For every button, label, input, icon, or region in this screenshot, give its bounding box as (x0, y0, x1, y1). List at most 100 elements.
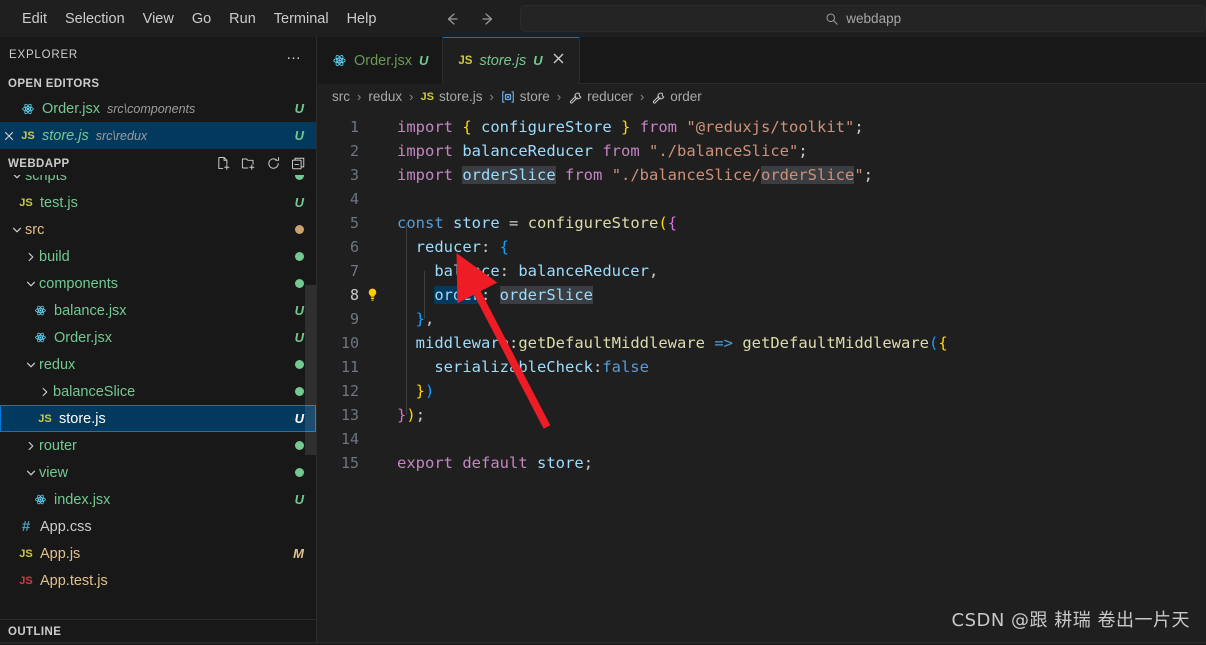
chevron-right-icon (36, 386, 53, 398)
react-icon (332, 53, 347, 68)
line-number: 2 (349, 142, 359, 160)
js-icon: JS (458, 54, 473, 67)
code-line[interactable]: 9 }, (317, 307, 1206, 331)
tree-row-app-css[interactable]: # App.css (0, 513, 316, 540)
search-icon (825, 12, 839, 26)
tree-row-index-jsx[interactable]: index.jsx U (0, 486, 316, 513)
watermark: CSDN @跟 耕瑞 卷出一片天 (951, 610, 1190, 631)
tree-row-label: Order.jsx (54, 329, 113, 346)
chevron-right-icon: › (489, 89, 494, 104)
menu-item-run[interactable]: Run (220, 8, 265, 30)
js-icon: JS (21, 129, 35, 142)
refresh-icon[interactable] (266, 156, 281, 171)
open-editor-name: Order.jsx (42, 100, 101, 117)
code-line[interactable]: 13 }); (317, 403, 1206, 427)
line-content: import balanceReducer from "./balanceSli… (397, 142, 808, 160)
code-line-active[interactable]: 8 order: orderSlice (317, 283, 1206, 307)
lightbulb-icon[interactable] (359, 287, 385, 303)
breadcrumb: src › redux › JS store.js › store › redu… (317, 84, 1206, 109)
outline-label: OUTLINE (8, 626, 62, 638)
status-badge: M (293, 546, 304, 561)
arrow-right-icon[interactable] (478, 9, 498, 29)
tree-row-view[interactable]: view (0, 459, 316, 486)
git-status-dot (295, 468, 304, 477)
explorer-header: EXPLORER … (0, 37, 316, 72)
menu-item-go[interactable]: Go (183, 8, 220, 30)
code-line[interactable]: 15 export default store; (317, 451, 1206, 475)
code-line[interactable]: 12 }) (317, 379, 1206, 403)
code-line[interactable]: 7 balance: balanceReducer, (317, 259, 1206, 283)
tree-row-components[interactable]: components (0, 270, 316, 297)
open-editor-item-order-jsx[interactable]: Order.jsx src\components U (0, 95, 316, 122)
new-file-icon[interactable] (216, 156, 231, 171)
new-folder-icon[interactable] (241, 156, 256, 171)
tree-row-balance-jsx[interactable]: balance.jsx U (0, 297, 316, 324)
line-number: 1 (349, 118, 359, 136)
status-badge: U (294, 101, 304, 116)
line-content: const store = configureStore({ (397, 214, 678, 232)
menu-item-selection[interactable]: Selection (56, 8, 134, 30)
tree-row-order-jsx[interactable]: Order.jsx U (0, 324, 316, 351)
collapse-all-icon[interactable] (291, 156, 306, 171)
breadcrumb-item-reducer[interactable]: reducer (568, 89, 633, 104)
line-number: 7 (349, 262, 359, 280)
breadcrumb-item-order[interactable]: order (651, 89, 702, 104)
tree-row-app-test-js[interactable]: JS App.test.js (0, 567, 316, 594)
line-number: 3 (349, 166, 359, 184)
tree-row-store-js[interactable]: JS store.js U (0, 405, 316, 432)
code-line[interactable]: 10 middleware:getDefaultMiddleware => ge… (317, 331, 1206, 355)
menu-bar: Edit Selection View Go Run Terminal Help (0, 8, 385, 30)
code-line[interactable]: 1 import { configureStore } from "@redux… (317, 115, 1206, 139)
breadcrumb-item-store[interactable]: store (501, 89, 550, 104)
code-line[interactable]: 11 serializableCheck:false (317, 355, 1206, 379)
breadcrumb-item-src[interactable]: src (332, 89, 350, 104)
tree-row-redux[interactable]: redux (0, 351, 316, 378)
property-icon (568, 90, 582, 104)
tree-row-router[interactable]: router (0, 432, 316, 459)
sidebar-scrollbar[interactable] (305, 285, 316, 455)
tab-order-jsx[interactable]: Order.jsx U (317, 37, 444, 84)
code-line[interactable]: 2 import balanceReducer from "./balanceS… (317, 139, 1206, 163)
open-editors-label: OPEN EDITORS (8, 77, 100, 90)
js-icon: JS (19, 547, 33, 560)
line-number: 15 (340, 454, 359, 472)
line-number: 6 (349, 238, 359, 256)
explorer-more-actions-button[interactable]: … (286, 47, 302, 62)
indent-guide (406, 319, 407, 415)
menu-item-edit[interactable]: Edit (13, 8, 56, 30)
workbench-body: EXPLORER … OPEN EDITORS Order.jsx src\co… (0, 37, 1206, 645)
quick-open-input[interactable]: webdapp (520, 5, 1206, 32)
tree-row-src[interactable]: src (0, 216, 316, 243)
code-editor[interactable]: 1 import { configureStore } from "@redux… (317, 109, 1206, 645)
open-editor-item-store-js[interactable]: JS store.js src\redux U (0, 122, 316, 149)
chevron-down-icon (8, 175, 25, 182)
code-line[interactable]: 4 (317, 187, 1206, 211)
tree-row-app-js[interactable]: JS App.js M (0, 540, 316, 567)
menu-item-terminal[interactable]: Terminal (265, 8, 338, 30)
tree-row-balance-slice[interactable]: balanceSlice (0, 378, 316, 405)
open-editors-section-header[interactable]: OPEN EDITORS (0, 72, 316, 95)
tree-row-build[interactable]: build (0, 243, 316, 270)
code-line[interactable]: 5 const store = configureStore({ (317, 211, 1206, 235)
menu-item-help[interactable]: Help (338, 8, 386, 30)
arrow-left-icon[interactable] (442, 9, 462, 29)
close-icon[interactable] (552, 52, 565, 69)
vscode-window: Edit Selection View Go Run Terminal Help (0, 0, 1206, 645)
workspace-section-header[interactable]: WEBDAPP (0, 152, 316, 175)
navigation-controls (442, 9, 498, 29)
breadcrumb-item-store-js[interactable]: JS store.js (420, 89, 482, 104)
tab-store-js[interactable]: JS store.js U (443, 37, 580, 84)
tree-row-test-js[interactable]: JS test.js U (0, 189, 316, 216)
tree-row-label: router (39, 437, 77, 454)
menu-item-view[interactable]: View (134, 8, 183, 30)
code-line[interactable]: 14 (317, 427, 1206, 451)
file-tree-rows: scripts JS test.js U src build component… (0, 175, 316, 594)
line-number: 5 (349, 214, 359, 232)
code-line[interactable]: 3 import orderSlice from "./balanceSlice… (317, 163, 1206, 187)
react-icon (31, 331, 49, 344)
code-line[interactable]: 6 reducer: { (317, 235, 1206, 259)
breadcrumb-item-redux[interactable]: redux (368, 89, 402, 104)
close-icon[interactable] (0, 130, 17, 142)
tree-row-scripts[interactable]: scripts (0, 175, 316, 189)
indent-guide (424, 271, 425, 319)
